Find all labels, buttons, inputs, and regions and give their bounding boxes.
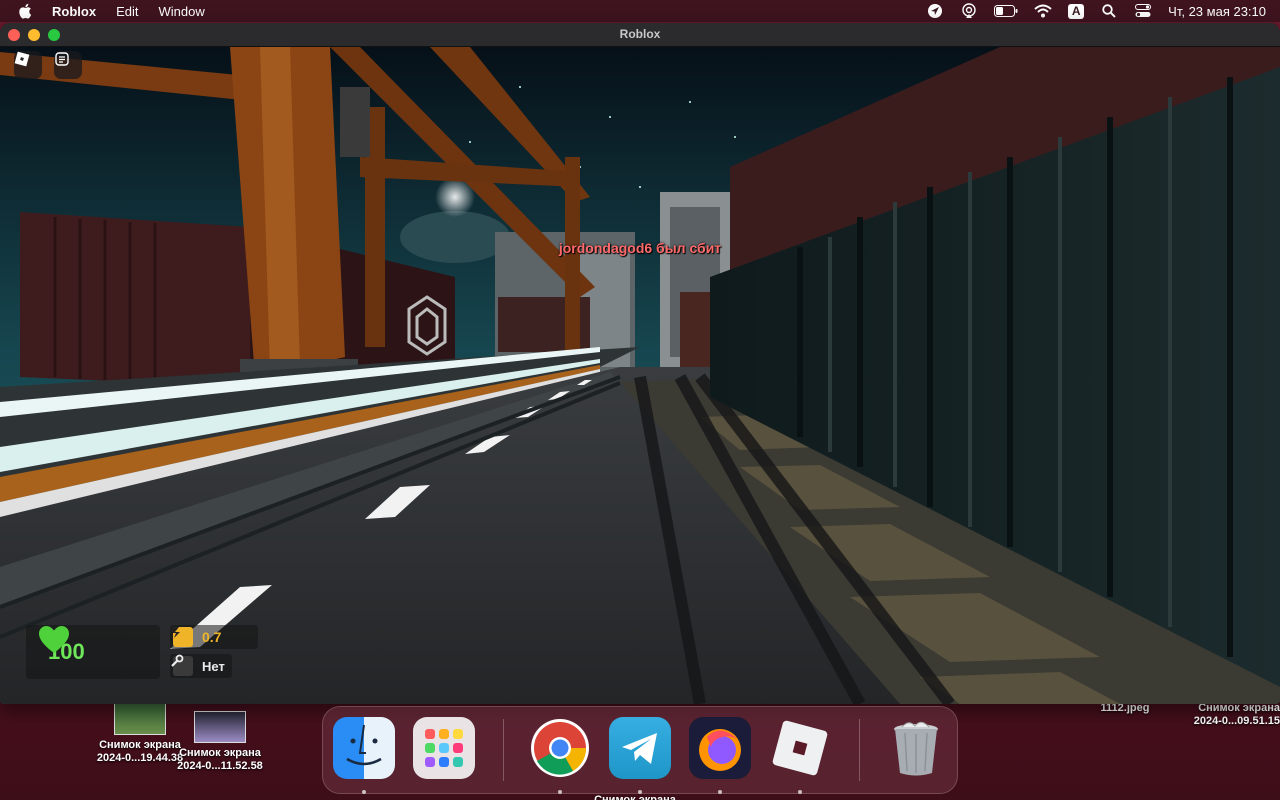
speed-value: 0.7 — [202, 629, 222, 645]
spotlight-search-icon[interactable] — [1100, 3, 1118, 19]
roblox-icon[interactable] — [769, 717, 831, 779]
wrench-icon — [171, 654, 193, 676]
input-source-icon[interactable]: A — [1068, 3, 1085, 19]
airplay-audio-icon[interactable] — [960, 3, 978, 19]
heart-icon — [39, 626, 69, 653]
dock-separator — [859, 719, 860, 781]
window-titlebar[interactable]: Roblox — [0, 23, 1280, 47]
wifi-icon[interactable] — [1034, 3, 1052, 19]
roblox-logo-icon — [14, 51, 30, 67]
input-source-label: A — [1071, 4, 1081, 18]
launchpad-icon[interactable] — [413, 717, 475, 779]
desktop-file[interactable]: Снимок экрана 2024-0...11.52.58 — [166, 711, 274, 773]
game-viewport[interactable]: jordondagod6 был сбит 100 0.7 Нет — [0, 47, 1280, 704]
speed-boost-icon — [172, 627, 193, 647]
battery-icon[interactable] — [994, 3, 1018, 19]
window-title: Roblox — [619, 27, 661, 41]
menu-edit[interactable]: Edit — [116, 4, 138, 19]
running-indicator — [798, 790, 802, 794]
finder-icon[interactable] — [333, 717, 395, 779]
file-label: 2024-0...09.51.15 — [1193, 715, 1280, 727]
chrome-icon[interactable] — [529, 717, 591, 779]
menubar-clock[interactable]: Чт, 23 мая 23:10 — [1168, 4, 1266, 19]
weapon-value: Нет — [202, 658, 225, 674]
roblox-window: Roblox jordondagod6 был сбит 100 0.7 Нет — [0, 23, 1280, 704]
file-label: 2024-0...11.52.58 — [177, 760, 263, 772]
file-label: Снимок экрана — [179, 747, 261, 759]
telegram-icon[interactable] — [609, 717, 671, 779]
speed-panel: 0.7 — [170, 625, 258, 649]
kill-feed-message: jordondagod6 был сбит — [558, 240, 722, 256]
health-panel: 100 — [26, 625, 160, 679]
firefox-icon[interactable] — [689, 717, 751, 779]
roblox-menu-button[interactable] — [14, 51, 42, 79]
running-indicator — [718, 790, 722, 794]
weapon-panel: Нет — [170, 654, 232, 678]
menu-bar: Roblox Edit Window A Чт, 23 мая 23:10 — [0, 0, 1280, 22]
dock — [322, 706, 958, 794]
menu-app-name[interactable]: Roblox — [52, 4, 96, 19]
file-thumbnail — [194, 711, 246, 743]
running-indicator — [558, 790, 562, 794]
chat-button[interactable] — [54, 51, 82, 79]
apple-menu-icon[interactable] — [18, 3, 32, 19]
location-arrow-icon[interactable] — [926, 3, 944, 19]
trash-icon[interactable] — [885, 717, 947, 779]
dock-partial-label: Снимок экрана — [594, 794, 676, 800]
game-scene — [0, 47, 1280, 704]
control-center-icon[interactable] — [1134, 3, 1152, 19]
running-indicator — [362, 790, 366, 794]
chat-icon — [55, 52, 69, 66]
dock-separator — [503, 719, 504, 781]
desktop-file[interactable]: Снимок экрана 2024-0...09.51.15 — [1184, 702, 1280, 728]
file-thumbnail — [114, 703, 166, 735]
menu-window[interactable]: Window — [158, 4, 204, 19]
